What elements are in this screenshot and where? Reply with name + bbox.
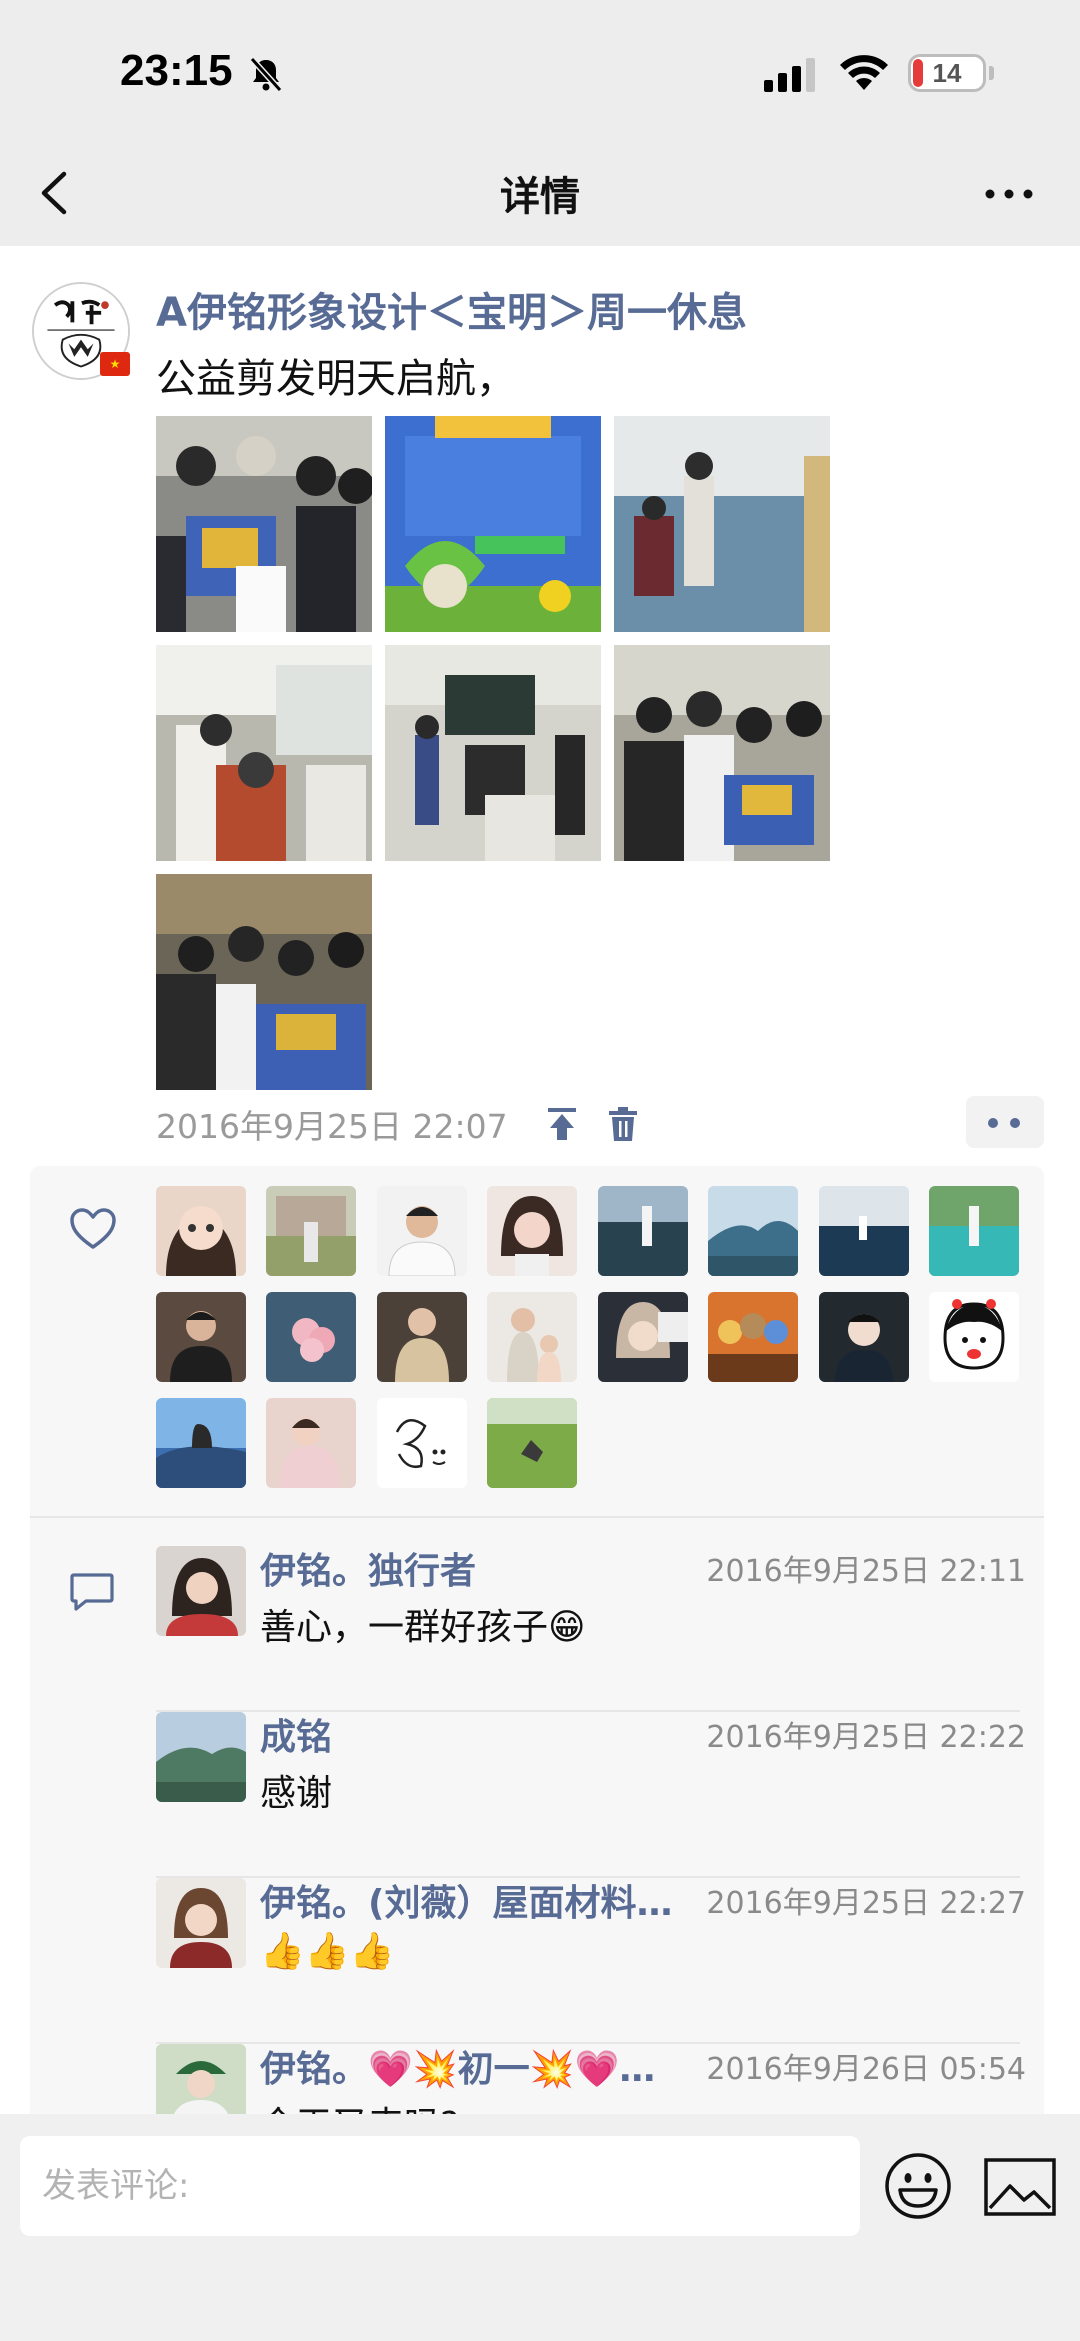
post-photo[interactable] — [614, 645, 830, 861]
like-avatar[interactable] — [156, 1398, 246, 1488]
like-avatar[interactable] — [377, 1186, 467, 1276]
post-photo[interactable] — [614, 416, 830, 632]
like-avatar[interactable] — [266, 1292, 356, 1382]
comment-item[interactable]: 伊铭。独行者 2016年9月25日 22:11 善心，一群好孩子😁 — [156, 1546, 1026, 1712]
like-comment-button[interactable] — [966, 1096, 1044, 1148]
post-text: 公益剪发明天启航， — [156, 356, 516, 402]
wifi-icon — [840, 55, 888, 90]
like-avatar[interactable] — [598, 1186, 688, 1276]
like-avatar[interactable] — [487, 1186, 577, 1276]
commenter-name[interactable]: 伊铭。独行者 — [260, 1542, 690, 1594]
status-bar: 23:15 14 — [0, 0, 1080, 140]
commenter-name[interactable]: 成铭 — [260, 1708, 690, 1760]
battery-percent: 14 — [932, 57, 962, 88]
image-icon[interactable] — [984, 2158, 1056, 2216]
nav-bar: 详情 — [0, 140, 1080, 246]
page-title: 详情 — [500, 174, 580, 220]
author-name[interactable]: A伊铭形象设计＜宝明＞周一休息 — [156, 280, 747, 338]
comment-icon — [70, 1573, 114, 1611]
comment-item[interactable]: 成铭 2016年9月25日 22:22 感谢 — [156, 1712, 1026, 1878]
bell-muted-icon — [249, 56, 283, 93]
signal-icon — [764, 58, 815, 92]
like-avatar[interactable] — [929, 1186, 1019, 1276]
comment-text: 👍👍👍 — [260, 1931, 395, 1972]
comment-time: 2016年9月25日 22:11 — [706, 1554, 1026, 1589]
post-photo[interactable] — [156, 874, 372, 1090]
post-timestamp: 2016年9月25日 22:07 — [156, 1107, 508, 1146]
comment-input-bar — [0, 2114, 1080, 2341]
like-avatar[interactable] — [266, 1186, 356, 1276]
delete-icon[interactable] — [608, 1106, 638, 1142]
battery-cap — [989, 66, 994, 80]
status-time: 23:15 — [120, 46, 233, 95]
comment-time: 2016年9月25日 22:22 — [706, 1720, 1026, 1755]
like-avatar[interactable] — [377, 1292, 467, 1382]
commenter-avatar[interactable] — [156, 1546, 246, 1636]
emoji-icon[interactable] — [884, 2152, 952, 2220]
like-avatar[interactable] — [156, 1186, 246, 1276]
like-avatar[interactable] — [929, 1292, 1019, 1382]
comment-item[interactable]: 伊铭。(刘薇）屋面材料… 2016年9月25日 22:27 👍👍👍 — [156, 1878, 1026, 2044]
like-avatar[interactable] — [487, 1292, 577, 1382]
battery-indicator: 14 — [908, 54, 986, 92]
like-avatar[interactable] — [598, 1292, 688, 1382]
like-avatar[interactable] — [819, 1292, 909, 1382]
like-avatar[interactable] — [487, 1398, 577, 1488]
comment-text: 善心，一群好孩子😁 — [260, 1607, 586, 1648]
commenter-avatar[interactable] — [156, 1712, 246, 1802]
pin-to-top-icon[interactable] — [546, 1106, 578, 1142]
post-photo[interactable] — [156, 416, 372, 632]
photo-grid — [156, 416, 830, 1090]
comment-text: 感谢 — [260, 1773, 333, 1814]
comment-input[interactable] — [20, 2136, 860, 2236]
china-flag-icon: ★ — [100, 352, 130, 376]
comment-time: 2016年9月25日 22:27 — [706, 1886, 1026, 1921]
panel-divider — [30, 1516, 1044, 1518]
like-avatar[interactable] — [819, 1186, 909, 1276]
commenter-name[interactable]: 伊铭。💗💥初一💥💗… — [260, 2040, 690, 2092]
post-photo[interactable] — [385, 645, 601, 861]
commenter-avatar[interactable] — [156, 1878, 246, 1968]
heart-icon — [70, 1208, 116, 1249]
likes-grid — [156, 1186, 1026, 1490]
commenter-name[interactable]: 伊铭。(刘薇）屋面材料… — [260, 1874, 690, 1926]
like-avatar[interactable] — [266, 1398, 356, 1488]
post-photo[interactable] — [385, 416, 601, 632]
more-icon[interactable] — [984, 184, 1034, 204]
like-avatar[interactable] — [708, 1292, 798, 1382]
like-avatar[interactable] — [156, 1292, 246, 1382]
like-avatar[interactable] — [708, 1186, 798, 1276]
post-photo[interactable] — [156, 645, 372, 861]
comment-time: 2016年9月26日 05:54 — [706, 2052, 1026, 2087]
like-avatar[interactable] — [377, 1398, 467, 1488]
